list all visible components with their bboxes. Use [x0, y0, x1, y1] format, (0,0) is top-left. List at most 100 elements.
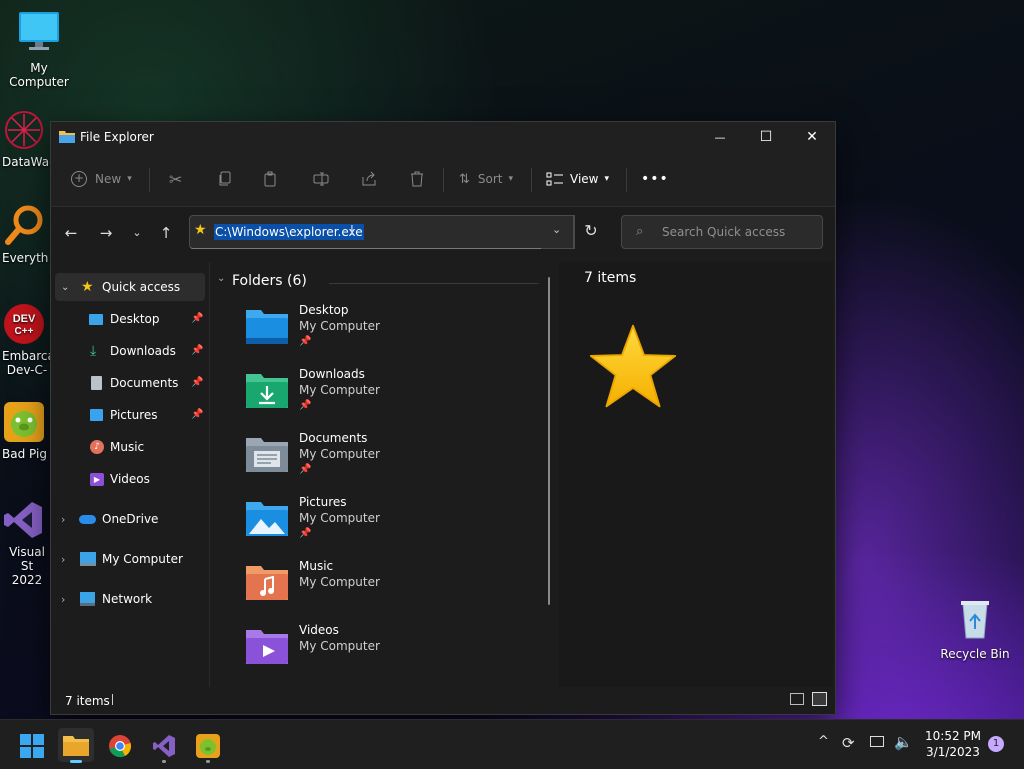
group-header-line	[329, 283, 539, 284]
list-item[interactable]: Videos My Computer	[245, 623, 545, 687]
share-icon	[362, 171, 376, 186]
sort-button[interactable]: ⇅ Sort ▾	[459, 164, 513, 194]
sidebar-item-quick-access[interactable]: ⌄ ★ Quick access	[55, 273, 205, 301]
taskbar: ^ ⟳ 🔈 10:52 PM 3/1/2023 1	[0, 719, 1024, 769]
address-dropdown-button[interactable]: ⌄	[541, 215, 574, 249]
pin-icon: 📌	[191, 409, 204, 420]
desktop-icon-my-computer[interactable]: My Computer	[0, 10, 79, 89]
folder-list: ⌄ Folders (6) Desktop My Computer 📌 Down…	[209, 267, 559, 687]
sidebar-item-music[interactable]: ♪ Music	[55, 433, 205, 461]
pin-icon: 📌	[299, 336, 312, 347]
sidebar-item-documents[interactable]: Documents 📌	[55, 369, 205, 397]
list-item[interactable]: Music My Computer	[245, 559, 545, 623]
search-box[interactable]: ⌕ Search Quick access	[621, 215, 823, 249]
toolbar-divider	[443, 168, 444, 192]
sort-icon: ⇅	[459, 171, 470, 187]
sidebar-item-videos[interactable]: ▶ Videos	[55, 465, 205, 493]
sidebar-item-desktop[interactable]: Desktop 📌	[55, 305, 205, 333]
folders-group-header[interactable]: ⌄ Folders (6)	[217, 271, 539, 293]
visual-studio-icon	[4, 502, 42, 538]
recent-locations-button[interactable]: ⌄	[127, 223, 147, 243]
monitor-icon	[80, 552, 96, 566]
sidebar-item-downloads[interactable]: ⤓ Downloads 📌	[55, 337, 205, 365]
command-bar: + New ▾ ✂ ⇅ Sort ▾ View ▾ •••	[51, 152, 835, 207]
maximize-button[interactable]: ☐	[743, 122, 789, 152]
delete-button[interactable]	[409, 164, 425, 194]
title-bar[interactable]: File Explorer — ☐ ✕	[51, 122, 835, 152]
file-explorer-window: File Explorer — ☐ ✕ + New ▾ ✂ ⇅ Sort ▾ V…	[50, 121, 836, 715]
devcpp-icon: DEV C++	[4, 304, 44, 344]
sidebar-item-my-computer[interactable]: › My Computer	[55, 545, 205, 573]
pin-icon: 📌	[299, 464, 312, 475]
windows-logo-icon	[20, 734, 44, 758]
up-button[interactable]: ↑	[156, 223, 176, 243]
rename-icon	[313, 172, 329, 186]
folder-icon	[63, 736, 89, 756]
taskbar-chrome[interactable]	[102, 728, 138, 762]
chevron-down-icon: ▾	[127, 174, 132, 184]
preview-pane: 7 items	[559, 262, 833, 687]
download-arrow-icon: ⤓	[90, 343, 97, 359]
desktop-icon-recycle-bin[interactable]: Recycle Bin	[935, 596, 1015, 661]
notification-badge[interactable]: 1	[988, 736, 1004, 752]
more-options-button[interactable]: •••	[641, 164, 669, 194]
chevron-down-icon: ⌄	[132, 226, 142, 239]
list-item[interactable]: Desktop My Computer 📌	[245, 303, 545, 367]
volume-icon[interactable]: 🔈	[894, 733, 913, 751]
network-status-icon[interactable]	[870, 736, 884, 747]
navigation-pane: ⌄ ★ Quick access Desktop 📌 ⤓ Downloads 📌…	[51, 267, 209, 687]
list-item[interactable]: Downloads My Computer 📌	[245, 367, 545, 431]
address-path[interactable]: C:\Windows\explorer.exe	[214, 224, 364, 240]
pictures-folder-icon	[246, 502, 288, 536]
forward-button[interactable]: →	[96, 223, 116, 243]
sidebar-item-pictures[interactable]: Pictures 📌	[55, 401, 205, 429]
close-button[interactable]: ✕	[789, 122, 835, 152]
chevron-down-icon: ⌄	[552, 223, 562, 236]
chevron-down-icon: ▾	[604, 174, 610, 184]
star-icon: ★	[194, 222, 207, 238]
details-view-button[interactable]	[790, 693, 804, 705]
vertical-scrollbar[interactable]	[548, 277, 550, 605]
show-hidden-icons-button[interactable]: ^	[818, 734, 829, 749]
desktop-folder-icon	[89, 313, 103, 325]
desktop-icon-label: Recycle Bin	[940, 647, 1010, 661]
picture-icon	[90, 409, 103, 421]
chevron-right-icon: ›	[61, 512, 66, 526]
taskbar-file-explorer[interactable]	[58, 728, 94, 763]
text-cursor-icon: I	[350, 224, 354, 239]
downloads-folder-icon	[246, 374, 288, 408]
preview-item-count: 7 items	[584, 270, 637, 286]
sync-icon[interactable]: ⟳	[842, 734, 855, 752]
cut-button[interactable]: ✂	[169, 164, 182, 194]
svg-text:DEV: DEV	[13, 313, 36, 325]
list-item[interactable]: Pictures My Computer 📌	[245, 495, 545, 559]
start-button[interactable]	[14, 728, 50, 762]
video-icon: ▶	[90, 472, 104, 486]
window-title: File Explorer	[80, 130, 154, 144]
refresh-button[interactable]: ↻	[575, 215, 607, 247]
pin-icon: 📌	[191, 313, 204, 324]
sidebar-item-onedrive[interactable]: › OneDrive	[55, 505, 205, 533]
status-separator	[112, 694, 113, 705]
toolbar-divider	[626, 168, 627, 192]
address-bar[interactable]: ★ C:\Windows\explorer.exe I	[189, 215, 575, 249]
taskbar-visual-studio[interactable]	[146, 728, 182, 763]
new-button[interactable]: + New ▾	[71, 164, 132, 194]
arrow-left-icon: ←	[64, 224, 78, 242]
music-folder-icon	[246, 566, 288, 600]
share-button[interactable]	[361, 164, 377, 194]
music-icon: ♪	[90, 440, 104, 454]
minimize-button[interactable]: —	[697, 122, 743, 152]
tiles-view-button[interactable]	[812, 692, 827, 706]
sidebar-item-network[interactable]: › Network	[55, 585, 205, 613]
desktop-folder-icon	[246, 310, 288, 344]
recycle-bin-icon	[961, 601, 989, 639]
back-button[interactable]: ←	[61, 223, 81, 243]
paste-button[interactable]	[263, 164, 279, 194]
view-button[interactable]: View ▾	[546, 164, 609, 194]
taskbar-bad-piggies[interactable]	[190, 728, 226, 763]
list-item[interactable]: Documents My Computer 📌	[245, 431, 545, 495]
rename-button[interactable]	[313, 164, 329, 194]
clock[interactable]: 10:52 PM 3/1/2023	[920, 728, 986, 760]
copy-button[interactable]	[217, 164, 233, 194]
